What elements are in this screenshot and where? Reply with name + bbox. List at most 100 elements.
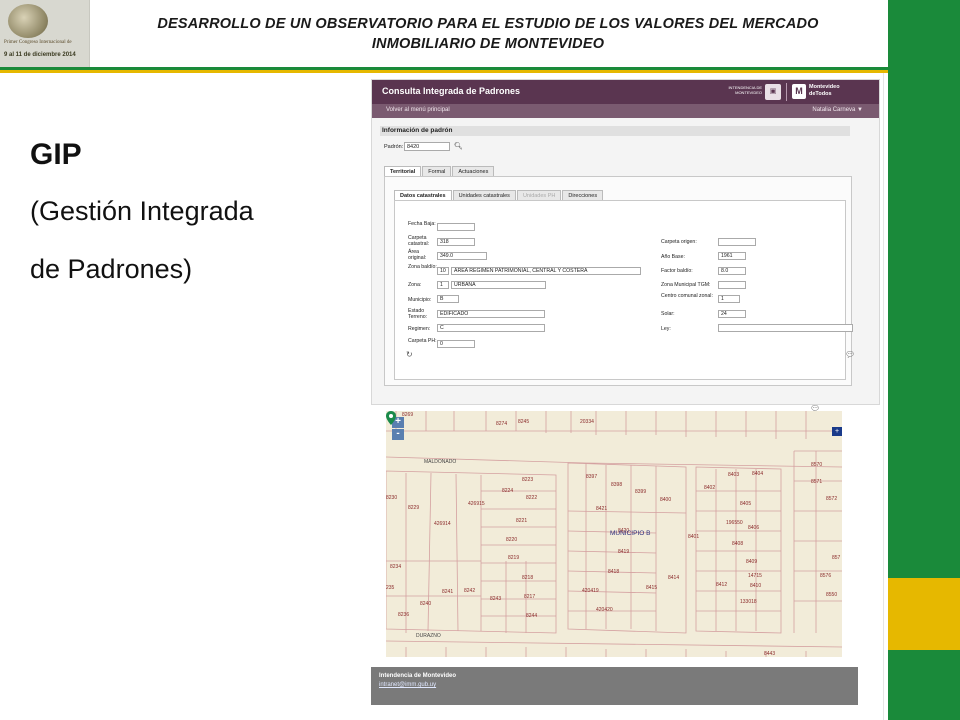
svg-text:8400: 8400	[660, 497, 671, 503]
carpeta-ph-field[interactable]: 0	[437, 340, 475, 348]
centro-comunal-field[interactable]: 1	[718, 295, 740, 303]
logo-text: Primer Congreso Internacional de	[4, 40, 72, 45]
congress-logo: Primer Congreso Internacional de 9 al 11…	[0, 0, 90, 68]
svg-text:8412: 8412	[716, 582, 727, 588]
svg-text:8421: 8421	[596, 506, 607, 512]
header-rule-yellow	[0, 70, 888, 73]
comment-icon[interactable]: 💬︎	[845, 350, 855, 359]
parcel-map[interactable]: 8269 8274 8245 20334 8223 8224 8222 426915 822…	[386, 411, 842, 657]
factor-baldio-label: Factor baldío:	[661, 268, 693, 274]
padron-input[interactable]: 8420	[404, 142, 450, 151]
street-maldonado: MALDONADO	[424, 459, 456, 465]
estado-terreno-label: Estado Terreno:	[408, 308, 428, 320]
tab-direcciones[interactable]: Direcciones	[562, 190, 604, 200]
svg-text:8219: 8219	[508, 555, 519, 561]
svg-text:8223: 8223	[522, 477, 533, 483]
solar-field[interactable]: 24	[718, 310, 746, 318]
area-original-field[interactable]: 349.0	[437, 252, 487, 260]
anio-base-field[interactable]: 1961	[718, 252, 746, 260]
svg-text:8399: 8399	[635, 489, 646, 495]
svg-text:8404: 8404	[752, 471, 763, 477]
regimen-field[interactable]: C	[437, 324, 545, 332]
back-to-menu-link[interactable]: Volver al menú principal	[386, 107, 450, 113]
street-durazno: DURAZNO	[416, 633, 441, 639]
footer-email-link[interactable]: intranet@imm.gub.uy	[379, 682, 436, 688]
svg-text:8405: 8405	[740, 501, 751, 507]
zona-field[interactable]: URBANA	[451, 281, 546, 289]
tab-datos-catastrales[interactable]: Datos catastrales	[394, 190, 452, 200]
slide-title: DESARROLLO DE UN OBSERVATORIO PARA EL ES…	[92, 14, 884, 54]
footer-org: Intendencia de Montevideo	[379, 673, 457, 679]
zoom-out-button[interactable]: -	[392, 429, 404, 440]
svg-text:426915: 426915	[468, 501, 485, 507]
area-original-label: Área original:	[408, 249, 427, 261]
svg-text:196550: 196550	[726, 520, 743, 526]
svg-text:8220: 8220	[506, 537, 517, 543]
svg-text:8570: 8570	[811, 462, 822, 468]
user-menu[interactable]: Natalia Carneva ▼	[812, 107, 863, 113]
ley-field[interactable]	[718, 324, 853, 332]
svg-text:8236: 8236	[398, 612, 409, 618]
svg-text:426914: 426914	[434, 521, 451, 527]
zona-code-field[interactable]: 1	[437, 281, 449, 289]
carpeta-catastral-field[interactable]: 318	[437, 238, 475, 246]
svg-text:8402: 8402	[704, 485, 715, 491]
svg-text:420419: 420419	[582, 588, 599, 594]
app-header: Consulta Integrada de Padrones INTENDENC…	[372, 80, 879, 104]
carpeta-origen-field[interactable]	[718, 238, 756, 246]
app-footer: Intendencia de Montevideo intranet@imm.g…	[371, 667, 858, 705]
estado-terreno-field[interactable]: EDIFICADO	[437, 310, 545, 318]
montevideo-logo-icon: M	[792, 84, 806, 99]
svg-text:8397: 8397	[586, 474, 597, 480]
svg-text:8241: 8241	[442, 589, 453, 595]
slide-subheading-2: de Padrones)	[30, 254, 193, 284]
svg-text:8415: 8415	[646, 585, 657, 591]
app-window: Consulta Integrada de Padrones INTENDENC…	[371, 79, 880, 405]
svg-text:8398: 8398	[611, 482, 622, 488]
svg-text:8230: 8230	[386, 495, 397, 501]
svg-text:8229: 8229	[408, 505, 419, 511]
refresh-icon[interactable]: ↻	[406, 350, 413, 359]
header-separator	[786, 83, 787, 101]
section-title: Información de padrón	[380, 126, 850, 136]
slide-title-line2: INMOBILIARIO DE MONTEVIDEO	[371, 36, 605, 52]
layers-button[interactable]: +	[832, 427, 842, 436]
carpeta-catastral-label: Carpeta catastral:	[408, 235, 430, 247]
app-nav: Volver al menú principal Natalia Carneva…	[372, 104, 879, 118]
svg-text:8224: 8224	[502, 488, 513, 494]
brand-text: Montevideo deTodos	[809, 84, 840, 97]
municipio-label: MUNICIPIO B	[610, 530, 650, 537]
svg-text:20334: 20334	[580, 419, 594, 425]
municipio-field[interactable]: B	[437, 295, 459, 303]
zona-baldio-field[interactable]: AREA REGIMEN PATRIMONIAL, CENTRAL Y COST…	[451, 267, 641, 275]
map-canvas: 82698274 8245 20334 822382248222426915 822…	[386, 411, 842, 657]
svg-text:8244: 8244	[526, 613, 537, 619]
svg-text:8222: 8222	[526, 495, 537, 501]
right-band-green-bottom	[888, 650, 960, 720]
svg-text:133018: 133018	[740, 599, 757, 605]
svg-text:8443: 8443	[764, 651, 775, 657]
zona-baldio-code-field[interactable]: 10	[437, 267, 449, 275]
tab-territorial[interactable]: Territorial	[384, 166, 422, 176]
tab-unidades-ph[interactable]: Unidades PH	[516, 190, 562, 200]
zona-label: Zona:	[408, 282, 422, 288]
centro-comunal-label: Centro comunal zonal:	[661, 293, 713, 299]
zona-municipal-field[interactable]	[718, 281, 746, 289]
tab-actuaciones[interactable]: Actuaciones	[452, 166, 495, 176]
svg-text:8571: 8571	[811, 479, 822, 485]
app-title: Consulta Integrada de Padrones	[382, 86, 521, 96]
svg-text:8408: 8408	[732, 541, 743, 547]
tab-unidades-catastrales[interactable]: Unidades catastrales	[452, 190, 516, 200]
search-icon[interactable]: 🔍︎	[454, 142, 463, 150]
factor-baldio-field[interactable]: 8.0	[718, 267, 746, 275]
svg-text:8234: 8234	[390, 564, 401, 570]
fecha-baja-field[interactable]	[437, 223, 475, 231]
svg-text:8418: 8418	[608, 569, 619, 575]
tab-formal[interactable]: Formal	[422, 166, 452, 176]
svg-text:235: 235	[386, 585, 395, 591]
svg-text:8217: 8217	[524, 594, 535, 600]
svg-text:8245: 8245	[518, 419, 529, 425]
map-pin-icon[interactable]	[386, 411, 396, 425]
right-band-green	[888, 0, 960, 578]
ley-label: Ley:	[661, 326, 671, 332]
